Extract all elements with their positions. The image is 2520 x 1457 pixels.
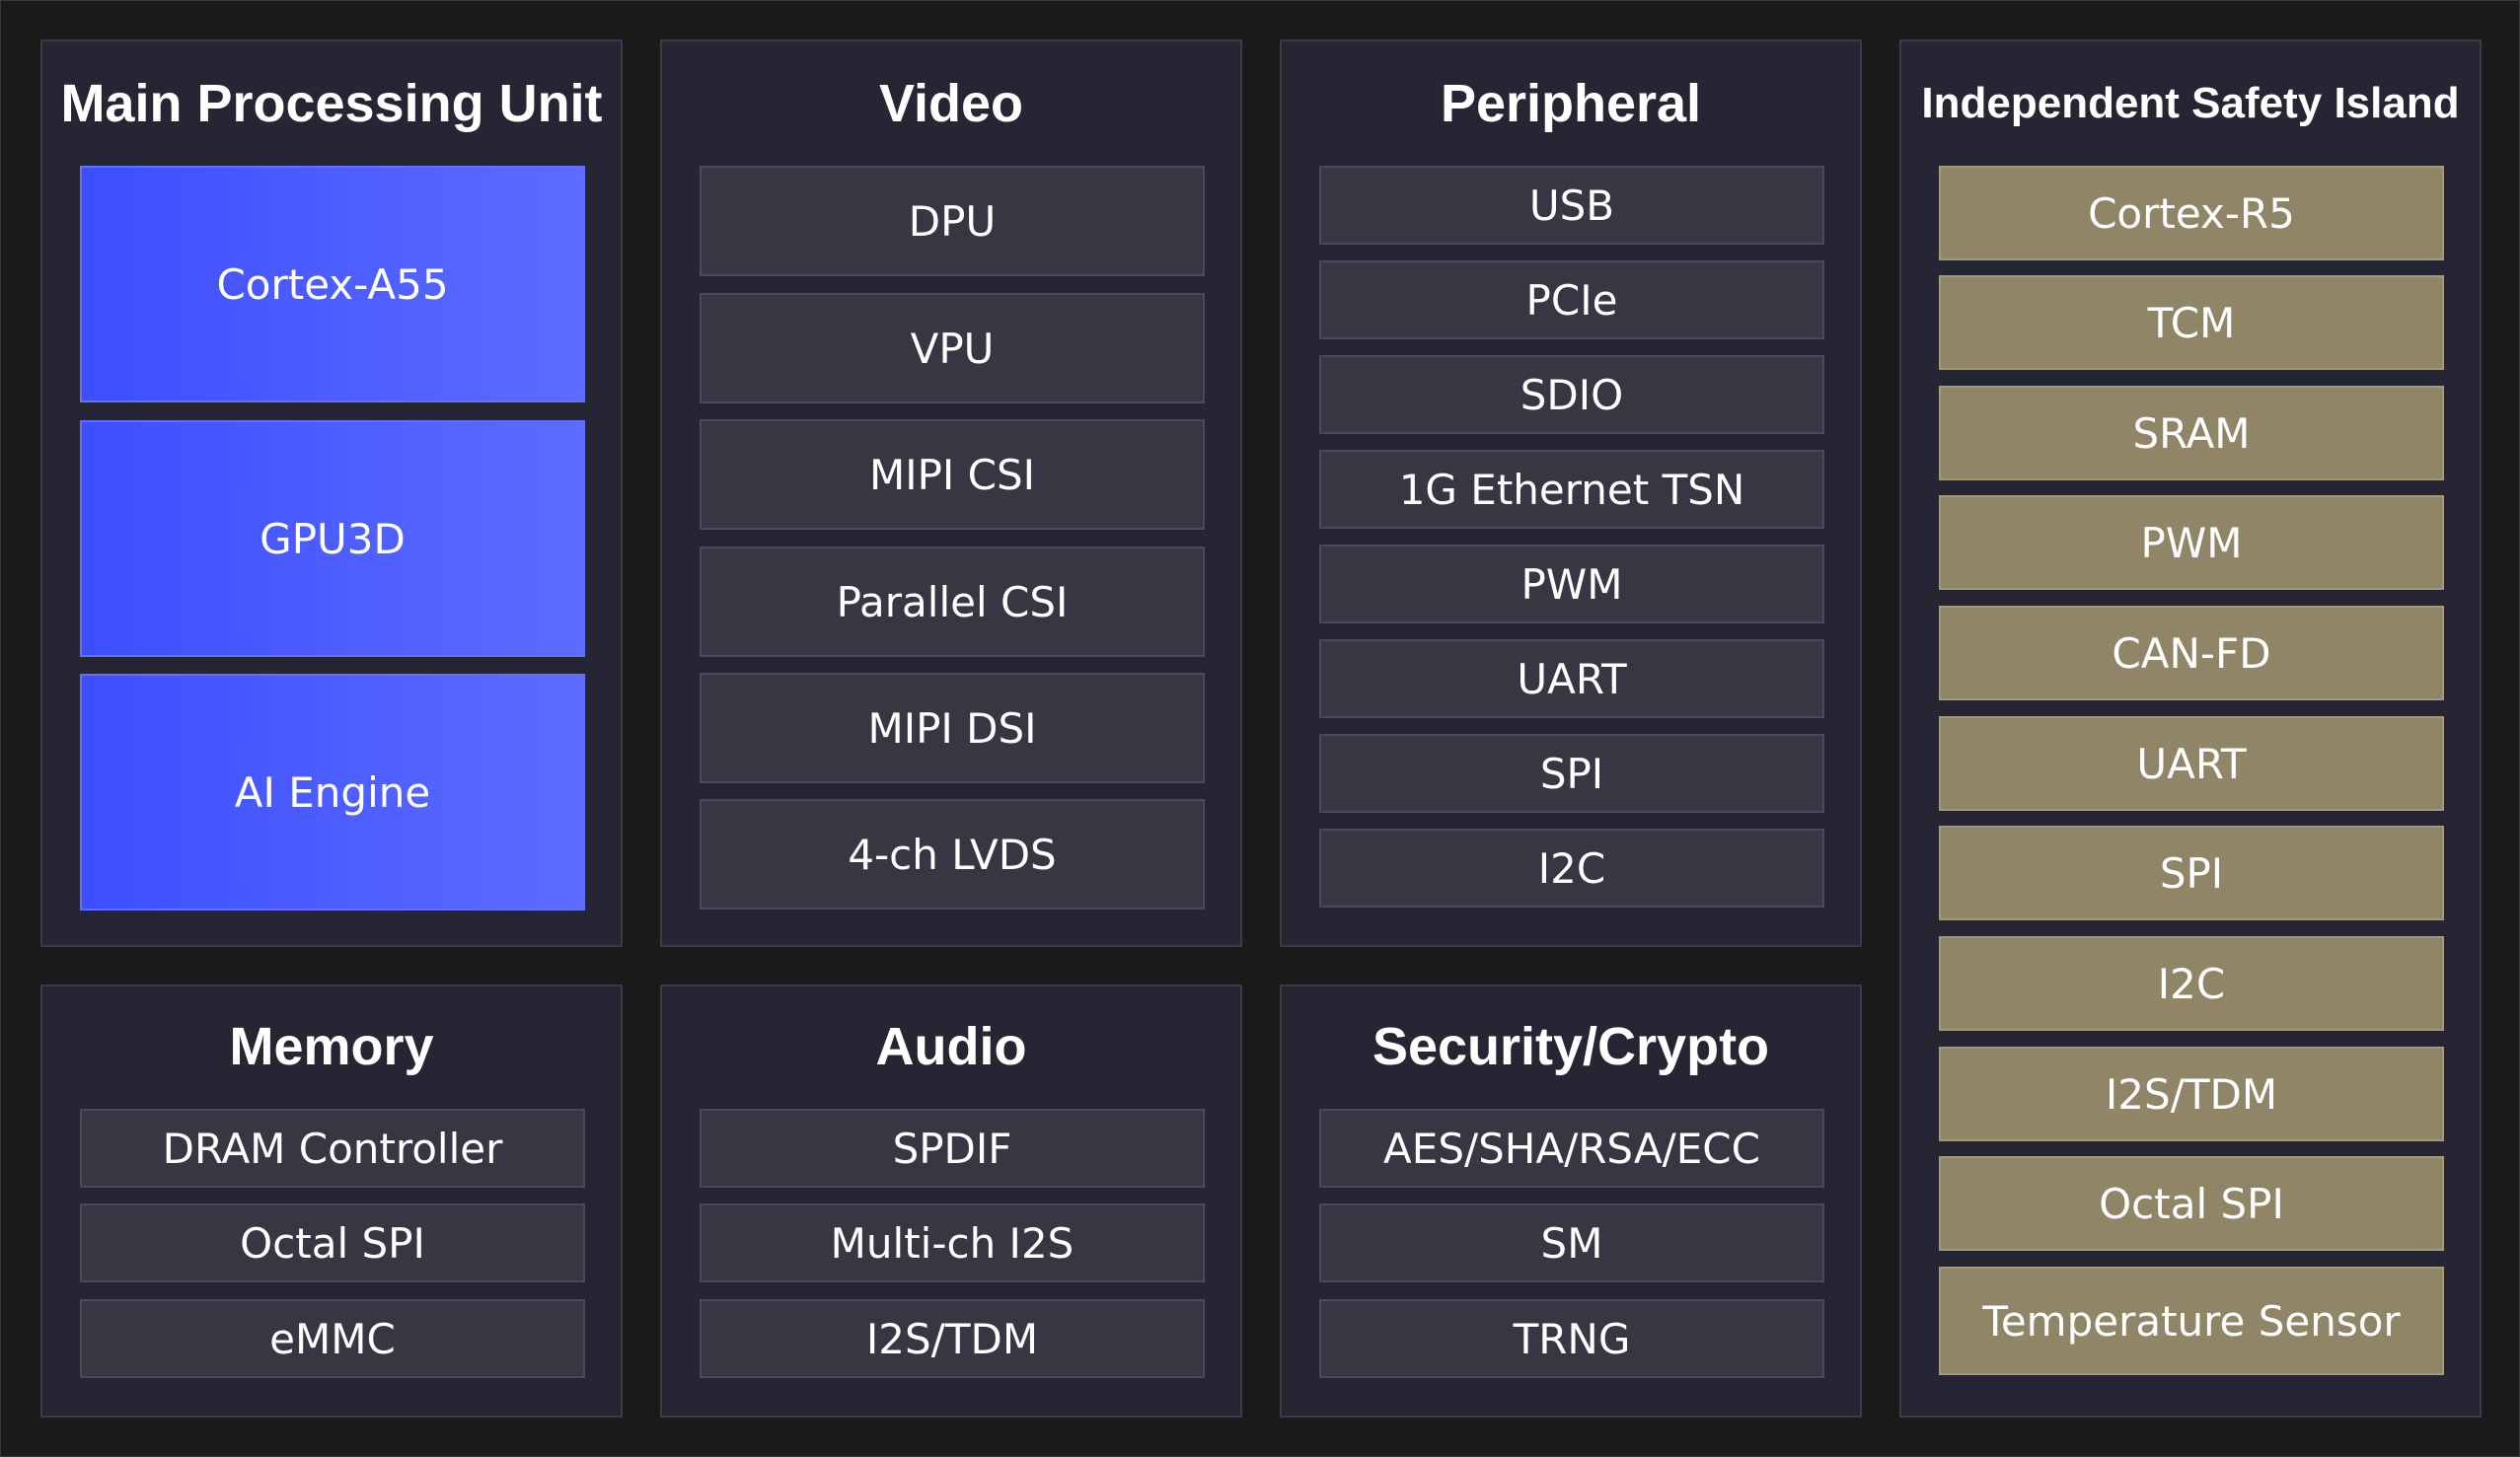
block-octal-spi: Octal SPI <box>1939 1156 2444 1251</box>
audio-panel: Audio SPDIF Multi-ch I2S I2S/TDM <box>660 984 1242 1418</box>
panel-title: Peripheral <box>1440 74 1702 133</box>
block-spi: SPI <box>1939 826 2444 920</box>
block-mipi-dsi: MIPI DSI <box>700 673 1205 783</box>
panel-title: Video <box>878 74 1024 133</box>
block-pcie: PCIe <box>1319 260 1824 339</box>
block-dram-controller: DRAM Controller <box>80 1109 585 1188</box>
block-aes-sha-rsa-ecc: AES/SHA/RSA/ECC <box>1319 1109 1824 1188</box>
block-i2s-tdm: I2S/TDM <box>1939 1047 2444 1141</box>
memory-panel: Memory DRAM Controller Octal SPI eMMC <box>40 984 623 1418</box>
video-panel: Video DPU VPU MIPI CSI Parallel CSI MIPI… <box>660 39 1242 947</box>
block-i2c: I2C <box>1939 936 2444 1031</box>
block-temperature-sensor: Temperature Sensor <box>1939 1267 2444 1375</box>
block-multi-ch-i2s: Multi-ch I2S <box>700 1203 1205 1282</box>
block-gpu3d: GPU3D <box>80 420 585 657</box>
block-can-fd: CAN-FD <box>1939 606 2444 700</box>
block-sram: SRAM <box>1939 386 2444 480</box>
block-mipi-csi: MIPI CSI <box>700 419 1205 530</box>
block-sm: SM <box>1319 1203 1824 1282</box>
block-trng: TRNG <box>1319 1299 1824 1378</box>
panel-title: Security/Crypto <box>1371 1017 1770 1076</box>
block-pwm: PWM <box>1319 545 1824 623</box>
block-cortex-a55: Cortex-A55 <box>80 166 585 402</box>
block-pwm: PWM <box>1939 495 2444 590</box>
block-spi: SPI <box>1319 734 1824 813</box>
block-4ch-lvds: 4-ch LVDS <box>700 799 1205 910</box>
panel-title: Audio <box>875 1017 1027 1076</box>
block-sdio: SDIO <box>1319 355 1824 434</box>
safety-island-panel: Independent Safety Island Cortex-R5 TCM … <box>1899 39 2482 1418</box>
block-usb: USB <box>1319 166 1824 245</box>
block-uart: UART <box>1939 716 2444 811</box>
block-vpu: VPU <box>700 293 1205 403</box>
main-processing-unit-panel: Main Processing Unit Cortex-A55 GPU3D AI… <box>40 39 623 947</box>
block-i2s-tdm: I2S/TDM <box>700 1299 1205 1378</box>
block-parallel-csi: Parallel CSI <box>700 546 1205 657</box>
block-emmc: eMMC <box>80 1299 585 1378</box>
panel-title: Independent Safety Island <box>1921 79 2460 127</box>
block-1g-ethernet-tsn: 1G Ethernet TSN <box>1319 450 1824 529</box>
panel-title: Memory <box>229 1017 434 1076</box>
block-ai-engine: AI Engine <box>80 674 585 911</box>
peripheral-panel: Peripheral USB PCIe SDIO 1G Ethernet TSN… <box>1280 39 1862 947</box>
block-dpu: DPU <box>700 166 1205 276</box>
block-uart: UART <box>1319 639 1824 718</box>
block-tcm: TCM <box>1939 275 2444 370</box>
block-i2c: I2C <box>1319 829 1824 908</box>
block-spdif: SPDIF <box>700 1109 1205 1188</box>
block-octal-spi: Octal SPI <box>80 1203 585 1282</box>
architecture-diagram: Main Processing Unit Cortex-A55 GPU3D AI… <box>0 0 2520 1457</box>
panel-title: Main Processing Unit <box>60 74 603 133</box>
security-crypto-panel: Security/Crypto AES/SHA/RSA/ECC SM TRNG <box>1280 984 1862 1418</box>
block-cortex-r5: Cortex-R5 <box>1939 166 2444 260</box>
